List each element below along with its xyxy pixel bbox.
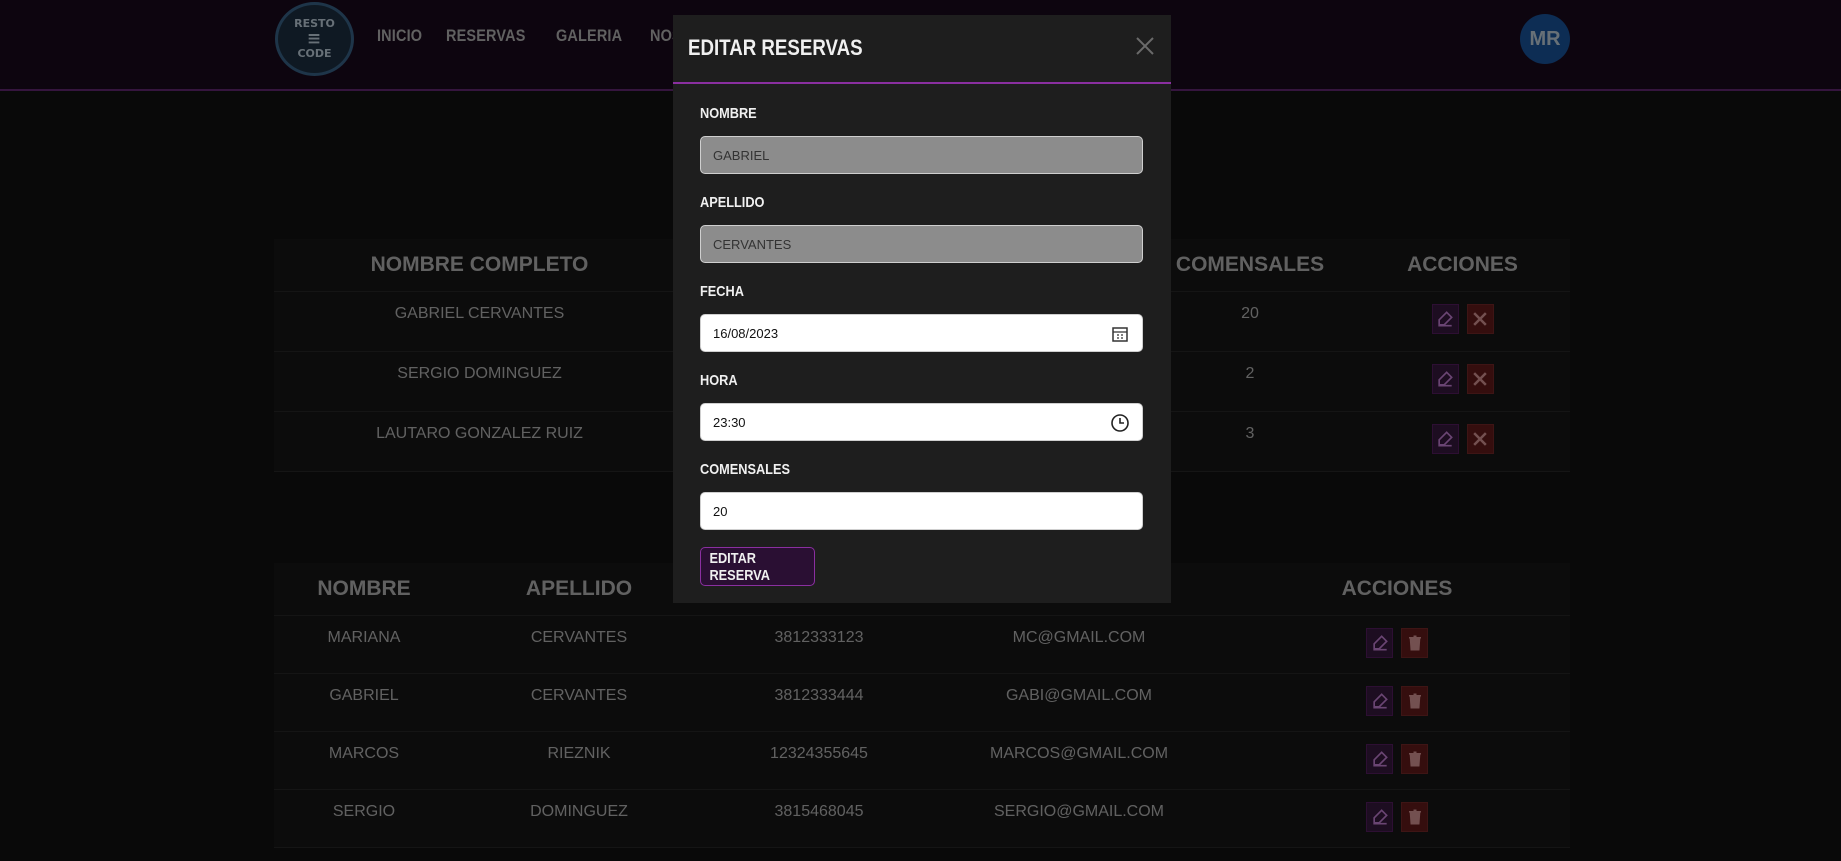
clock-icon[interactable] (1110, 413, 1130, 433)
comensales-field[interactable]: 20 (700, 492, 1143, 530)
modal-header: EDITAR RESERVAS (673, 15, 1171, 84)
hora-field[interactable]: 23:30 (700, 403, 1143, 441)
label-hora: HORA (700, 372, 738, 389)
label-nombre: NOMBRE (700, 105, 757, 122)
label-comensales: COMENSALES (700, 461, 790, 478)
fecha-field[interactable]: 16/08/2023 (700, 314, 1143, 352)
label-apellido: APELLIDO (700, 194, 765, 211)
calendar-icon[interactable] (1110, 324, 1130, 344)
comensales-value: 20 (713, 503, 728, 519)
close-icon (1136, 37, 1154, 55)
edit-reservation-button[interactable]: EDITAR RESERVA (700, 547, 815, 586)
edit-reservation-modal: EDITAR RESERVAS NOMBRE GABRIEL APELLIDO … (673, 15, 1171, 603)
hora-value: 23:30 (713, 414, 746, 430)
nombre-field: GABRIEL (700, 136, 1143, 174)
edit-reservation-button-label: EDITAR RESERVA (709, 549, 770, 584)
apellido-field: CERVANTES (700, 225, 1143, 263)
close-button[interactable] (1134, 35, 1156, 57)
label-fecha: FECHA (700, 283, 744, 300)
fecha-value: 16/08/2023 (713, 325, 779, 341)
modal-title: EDITAR RESERVAS (688, 35, 863, 60)
